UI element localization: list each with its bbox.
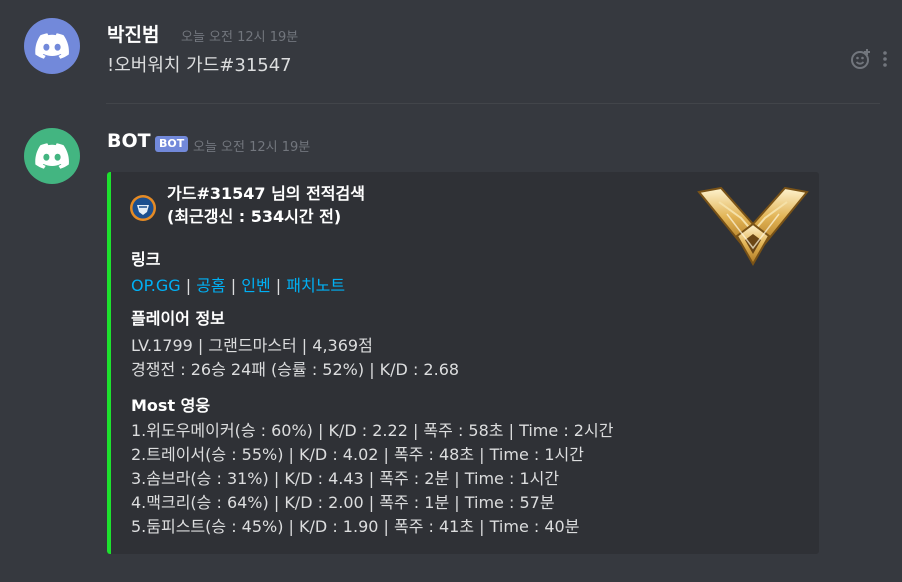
player-competitive-line: 경쟁전 : 26승 24패 (승률 : 52%) | K/D : 2.68: [131, 360, 460, 379]
embed-author: 가드#31547 님의 전적검색 (최근갱신 : 534시간 전): [129, 182, 365, 228]
bot-name[interactable]: BOT: [107, 130, 151, 152]
message-2: BOT BOT 오늘 오전 12시 19분 가드#31547 님의 전적검색 (…: [0, 0, 902, 582]
link-patch-notes[interactable]: 패치노트: [286, 276, 345, 295]
link-separator: |: [180, 276, 197, 295]
hero-line: 4.맥크리(승 : 64%) | K/D : 2.00 | 폭주 : 1분 | …: [131, 493, 555, 512]
link-separator: |: [270, 276, 287, 295]
hero-line: 2.트레이서(승 : 55%) | K/D : 4.02 | 폭주 : 48초 …: [131, 445, 584, 464]
embed-title-line2: (최근갱신 : 534시간 전): [167, 207, 342, 226]
link-official-site[interactable]: 공홈: [196, 276, 225, 295]
field-heroes-name: Most 영웅: [131, 396, 211, 415]
hero-line: 3.솜브라(승 : 31%) | K/D : 4.43 | 폭주 : 2분 | …: [131, 469, 560, 488]
timestamp: 오늘 오전 12시 19분: [193, 140, 311, 155]
bot-badge: BOT: [155, 136, 189, 152]
field-links-name: 링크: [131, 250, 161, 269]
overwatch-author-icon: [129, 182, 157, 226]
field-player-value: LV.1799 | 그랜드마스터 | 4,369점 경쟁전 : 26승 24패 …: [131, 334, 459, 382]
bot-avatar[interactable]: [24, 128, 80, 184]
field-links-value: OP.GG | 공홈 | 인벤 | 패치노트: [131, 274, 345, 298]
field-player-name: 플레이어 정보: [131, 309, 225, 328]
hero-line: 1.위도우메이커(승 : 60%) | K/D : 2.22 | 폭주 : 58…: [131, 421, 614, 440]
link-inven[interactable]: 인벤: [241, 276, 270, 295]
stats-embed: 가드#31547 님의 전적검색 (최근갱신 : 534시간 전) 링크 OP.…: [107, 172, 819, 554]
field-heroes-value: 1.위도우메이커(승 : 60%) | K/D : 2.22 | 폭주 : 58…: [131, 419, 613, 539]
discord-logo-icon: [35, 143, 69, 169]
link-separator: |: [225, 276, 242, 295]
embed-title-line1: 가드#31547 님의 전적검색: [167, 184, 365, 203]
player-level-line: LV.1799 | 그랜드마스터 | 4,369점: [131, 336, 373, 355]
link-opgg[interactable]: OP.GG: [131, 276, 181, 295]
hero-line: 5.둠피스트(승 : 45%) | K/D : 1.90 | 폭주 : 41초 …: [131, 517, 580, 536]
